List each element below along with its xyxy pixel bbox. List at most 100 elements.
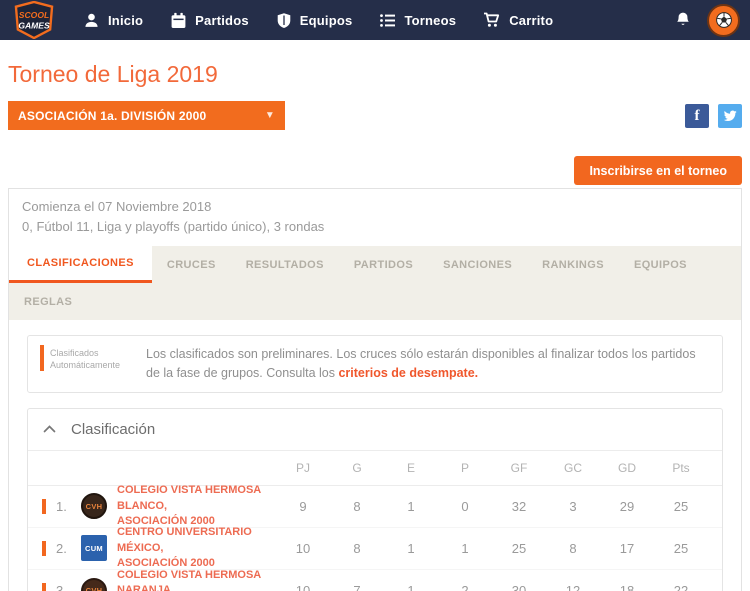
tab-sanciones[interactable]: SANCIONES	[428, 246, 527, 283]
col-p: P	[460, 460, 469, 475]
soccer-ball-icon	[715, 12, 732, 28]
tournament-container: Comienza el 07 Noviembre 2018 0, Fútbol …	[8, 188, 742, 591]
page-body: Torneo de Liga 2019 ASOCIACIÓN 1a. DIVIS…	[0, 61, 750, 591]
team-name-link[interactable]: COLEGIO VISTA HERMOSA BLANCO, ASOCIACIÓN…	[117, 483, 276, 529]
nav-item-label: Inicio	[108, 12, 144, 28]
chevron-up-icon	[43, 425, 56, 433]
standings-column-headers: PJ G E P GF GC GD Pts	[28, 451, 722, 486]
team-cell: 1. CVH COLEGIO VISTA HERMOSA BLANCO, ASO…	[28, 483, 276, 529]
notifications-bell-icon[interactable]	[674, 11, 692, 29]
tab-partidos[interactable]: PARTIDOS	[339, 246, 428, 283]
nav-item-label: Carrito	[509, 12, 554, 28]
tournament-start-date: Comienza el 07 Noviembre 2018	[22, 199, 212, 214]
social-share-group: f	[685, 101, 742, 128]
nav-item-label: Partidos	[195, 12, 249, 28]
tab-clasificaciones[interactable]: CLASIFICACIONES	[9, 246, 152, 284]
top-nav: SCOOL GAMES Inicio Partidos Equipos Torn…	[0, 0, 750, 40]
rank: 2.	[56, 540, 67, 556]
tab-cruces[interactable]: CRUCES	[152, 246, 231, 283]
stat-g: 7	[353, 583, 361, 591]
stat-p: 2	[461, 583, 469, 591]
team-name-link[interactable]: CENTRO UNIVERSITARIO MÉXICO, ASOCIACIÓN …	[117, 525, 276, 571]
qualified-marker	[42, 498, 46, 514]
stat-pts: 22	[673, 583, 689, 591]
team-name-link[interactable]: COLEGIO VISTA HERMOSA NARANJA, ASOCIACIÓ…	[117, 568, 276, 591]
qualified-marker	[42, 583, 46, 591]
standings-header[interactable]: Clasificación	[28, 409, 722, 451]
page-title: Torneo de Liga 2019	[8, 61, 218, 87]
stat-gf: 25	[511, 540, 527, 556]
facebook-share-icon[interactable]: f	[685, 104, 709, 128]
col-gf: GF	[510, 460, 528, 475]
tiebreaker-criteria-link[interactable]: criterios de desempate.	[338, 366, 478, 380]
nav-right-group	[674, 3, 740, 37]
stat-p: 0	[461, 498, 469, 514]
nav-item-carrito[interactable]: Carrito	[483, 12, 553, 28]
qualified-legend: Clasificados Automáticamente	[40, 345, 136, 372]
stat-gc: 12	[565, 583, 581, 591]
table-row: 2. CUM CENTRO UNIVERSITARIO MÉXICO, ASOC…	[28, 525, 722, 571]
division-select-value: ASOCIACIÓN 1a. DIVISIÓN 2000	[18, 108, 207, 123]
team-crest: CVH	[81, 493, 107, 520]
calendar-icon	[171, 12, 186, 28]
user-avatar[interactable]	[707, 3, 740, 37]
team-cell: 3. CVH COLEGIO VISTA HERMOSA NARANJA, AS…	[28, 568, 276, 591]
table-row: 1. CVH COLEGIO VISTA HERMOSA BLANCO, ASO…	[28, 483, 722, 529]
twitter-share-icon[interactable]	[718, 104, 742, 128]
col-pj: PJ	[295, 460, 310, 475]
tab-resultados[interactable]: RESULTADOS	[231, 246, 339, 283]
user-icon	[85, 13, 98, 27]
col-gd: GD	[618, 460, 636, 475]
qualified-legend-label: Clasificados Automáticamente	[50, 348, 121, 371]
nav-item-torneos[interactable]: Torneos	[379, 13, 456, 28]
col-g: G	[352, 460, 362, 475]
nav-item-label: Equipos	[299, 12, 353, 28]
standings-title: Clasificación	[71, 420, 156, 438]
stat-g: 8	[353, 540, 361, 556]
stat-e: 1	[407, 498, 415, 514]
col-e: E	[406, 460, 415, 475]
team-crest: CVH	[81, 577, 107, 591]
notice-text: Los clasificados son preliminares. Los c…	[146, 347, 696, 381]
stat-gd: 18	[619, 583, 635, 591]
chevron-down-icon: ▼	[264, 110, 275, 121]
qualification-notice: Clasificados Automáticamente Los clasifi…	[27, 335, 723, 393]
nav-item-inicio[interactable]: Inicio	[83, 12, 143, 29]
tournament-format: 0, Fútbol 11, Liga y playoffs (partido ú…	[22, 219, 325, 235]
tournament-info: Comienza el 07 Noviembre 2018 0, Fútbol …	[9, 189, 741, 246]
stat-gd: 17	[619, 540, 635, 556]
rank: 3.	[56, 583, 67, 591]
list-icon	[380, 13, 396, 27]
logo-text-line1: SCOOL	[19, 10, 49, 20]
stat-pj: 9	[299, 498, 307, 514]
stat-gf: 30	[511, 583, 527, 591]
stat-e: 1	[407, 583, 415, 591]
team-cell: 2. CUM CENTRO UNIVERSITARIO MÉXICO, ASOC…	[28, 525, 276, 571]
stat-pj: 10	[295, 583, 311, 591]
nav-item-partidos[interactable]: Partidos	[170, 12, 249, 29]
shield-icon	[277, 12, 291, 28]
tournament-tabs: CLASIFICACIONES CRUCES RESULTADOS PARTID…	[9, 246, 741, 321]
col-pts: Pts	[672, 460, 690, 475]
stat-gd: 29	[619, 498, 635, 514]
rank: 1.	[56, 498, 67, 514]
stat-e: 1	[407, 540, 415, 556]
nav-item-equipos[interactable]: Equipos	[276, 12, 353, 29]
stat-gf: 32	[511, 498, 527, 514]
qualified-marker	[40, 345, 44, 372]
tab-rankings[interactable]: RANKINGS	[527, 246, 619, 283]
standings-panel: Clasificación PJ G E P GF GC GD Pts 1. C…	[27, 407, 723, 591]
enroll-tournament-button[interactable]: Inscribirse en el torneo	[574, 156, 742, 185]
stat-pts: 25	[673, 540, 689, 556]
tab-reglas[interactable]: REGLAS	[9, 283, 87, 320]
nav-item-label: Torneos	[404, 12, 457, 28]
stat-gc: 8	[569, 540, 577, 556]
cart-icon	[484, 12, 500, 27]
team-crest: CUM	[81, 535, 107, 562]
stat-g: 8	[353, 498, 361, 514]
stat-gc: 3	[569, 498, 577, 514]
scool-games-logo[interactable]: SCOOL GAMES	[12, 1, 56, 39]
division-select[interactable]: ASOCIACIÓN 1a. DIVISIÓN 2000 ▼	[8, 101, 285, 130]
logo-text-line2: GAMES	[18, 21, 50, 31]
tab-equipos[interactable]: EQUIPOS	[619, 246, 702, 283]
